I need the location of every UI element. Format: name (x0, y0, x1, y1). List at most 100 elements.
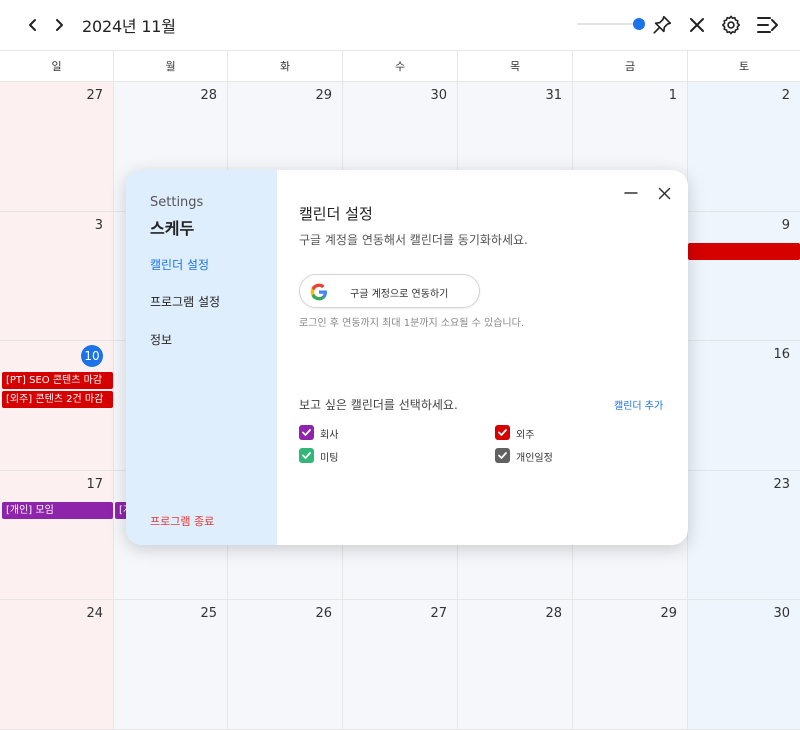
day-cell[interactable]: 28 (458, 600, 573, 730)
event-bar-week2[interactable] (688, 243, 800, 260)
sidebar-toggle-button[interactable] (754, 11, 782, 39)
today-badge: 10 (81, 345, 103, 367)
top-bar: 2024년 11월 (0, 0, 800, 50)
close-icon (658, 187, 670, 199)
add-calendar-link[interactable]: 캘린더 추가 (614, 397, 663, 412)
weekday-label: 수 (343, 51, 458, 81)
section-description: 구글 계정을 연동해서 캘린더를 동기화하세요. (299, 233, 528, 247)
day-number: 27 (86, 88, 103, 103)
settings-button[interactable] (717, 11, 745, 39)
calendar-select-label: 보고 싶은 캘린더를 선택하세요. (299, 398, 458, 412)
checkbox-box[interactable] (299, 425, 314, 440)
weekday-label: 월 (114, 51, 228, 81)
day-cell[interactable]: 3 (0, 212, 114, 341)
day-cell[interactable]: 27 (343, 600, 458, 730)
weekday-label: 일 (0, 51, 114, 81)
minimize-icon (624, 192, 638, 194)
close-button[interactable] (683, 11, 711, 39)
calendar-checkbox[interactable]: 외주 (495, 425, 615, 441)
sidebar-item-calendar-settings[interactable]: 캘린더 설정 (150, 256, 209, 273)
pin-icon (653, 15, 672, 34)
day-cell[interactable]: 16 (688, 341, 800, 471)
day-number: 29 (660, 606, 677, 621)
checkbox-box[interactable] (495, 448, 510, 463)
day-cell[interactable]: 24 (0, 600, 114, 730)
weekday-label: 화 (228, 51, 343, 81)
settings-dialog: Settings 스케두 캘린더 설정 프로그램 설정 정보 프로그램 종료 캘… (126, 170, 688, 545)
day-number: 2 (781, 88, 790, 103)
login-hint: 로그인 후 연동까지 최대 1분까지 소요될 수 있습니다. (299, 318, 524, 329)
next-month-button[interactable] (46, 12, 72, 38)
day-cell[interactable]: 2 (688, 82, 800, 212)
day-number: 27 (430, 606, 447, 621)
calendar-checkbox[interactable]: 회사 (299, 425, 419, 441)
weekday-header: 일월화수목금 토 (0, 50, 800, 82)
menu-arrow-icon (757, 17, 778, 33)
checkbox-label: 외주 (516, 430, 535, 441)
calendar-checkbox[interactable]: 개인일정 (495, 448, 615, 464)
checkbox-label: 개인일정 (516, 453, 553, 464)
day-number: 16 (773, 347, 790, 362)
close-icon (690, 18, 704, 32)
check-icon (498, 452, 507, 459)
day-cell[interactable]: 30 (688, 600, 800, 730)
weekday-label: 토 (738, 60, 750, 73)
google-logo-icon (310, 283, 327, 301)
day-number: 1 (668, 88, 677, 103)
day-number: 29 (315, 88, 332, 103)
month-title: 2024년 11월 (82, 17, 176, 36)
gear-icon (721, 15, 741, 35)
day-cell[interactable]: 25 (114, 600, 228, 730)
day-number: 30 (773, 606, 790, 621)
event-outsource-deadline[interactable]: [외주] 콘텐츠 2건 마감 (2, 391, 113, 408)
checkbox-box[interactable] (299, 448, 314, 463)
day-cell[interactable]: 9 (688, 212, 800, 341)
day-cell[interactable]: 26 (228, 600, 343, 730)
day-number: 9 (781, 218, 790, 233)
event-personal-meeting[interactable]: [개인] 모임 (2, 502, 113, 519)
app-name: 스케두 (150, 219, 195, 238)
day-cell[interactable]: 27 (0, 82, 114, 212)
settings-content: 캘린더 설정 구글 계정을 연동해서 캘린더를 동기화하세요. 구글 계정으로 … (277, 170, 688, 545)
checkbox-label: 미팅 (320, 453, 339, 464)
quit-program-link[interactable]: 프로그램 종료 (150, 513, 214, 529)
weekday-label: 금 (573, 51, 688, 81)
event-seo-deadline[interactable]: [PT] SEO 콘텐츠 마감 (2, 372, 113, 389)
opacity-slider[interactable] (577, 16, 645, 32)
calendar-checkbox[interactable]: 미팅 (299, 448, 419, 464)
checkbox-box[interactable] (495, 425, 510, 440)
check-icon (302, 452, 311, 459)
day-number: 23 (773, 477, 790, 492)
check-icon (498, 429, 507, 436)
weekday-label: 목 (458, 51, 573, 81)
day-number: 17 (86, 477, 103, 492)
settings-sidebar: Settings 스케두 캘린더 설정 프로그램 설정 정보 프로그램 종료 (126, 170, 277, 545)
slider-thumb[interactable] (633, 18, 645, 30)
settings-subtitle: Settings (150, 195, 204, 210)
day-number: 28 (200, 88, 217, 103)
google-connect-button[interactable]: 구글 계정으로 연동하기 (299, 274, 480, 308)
dialog-close-button[interactable] (653, 182, 675, 204)
day-number: 30 (430, 88, 447, 103)
day-number: 25 (200, 606, 217, 621)
section-title: 캘린더 설정 (299, 205, 373, 223)
chevron-left-icon (29, 19, 36, 31)
prev-month-button[interactable] (20, 12, 46, 38)
day-number: 24 (86, 606, 103, 621)
day-cell[interactable]: 17 (0, 471, 114, 600)
day-number: 3 (94, 218, 103, 233)
day-cell[interactable]: 29 (573, 600, 688, 730)
check-icon (302, 429, 311, 436)
day-number: 26 (315, 606, 332, 621)
pin-button[interactable] (648, 11, 676, 39)
sidebar-item-info[interactable]: 정보 (150, 331, 172, 348)
slider-track (577, 23, 639, 25)
chevron-right-icon (56, 19, 63, 31)
checkbox-label: 회사 (320, 430, 339, 441)
day-number: 28 (545, 606, 562, 621)
day-number: 31 (545, 88, 562, 103)
minimize-button[interactable] (620, 182, 642, 204)
day-cell[interactable]: 23 (688, 471, 800, 600)
sidebar-item-program-settings[interactable]: 프로그램 설정 (150, 293, 220, 310)
google-connect-label: 구글 계정으로 연동하기 (350, 289, 449, 300)
